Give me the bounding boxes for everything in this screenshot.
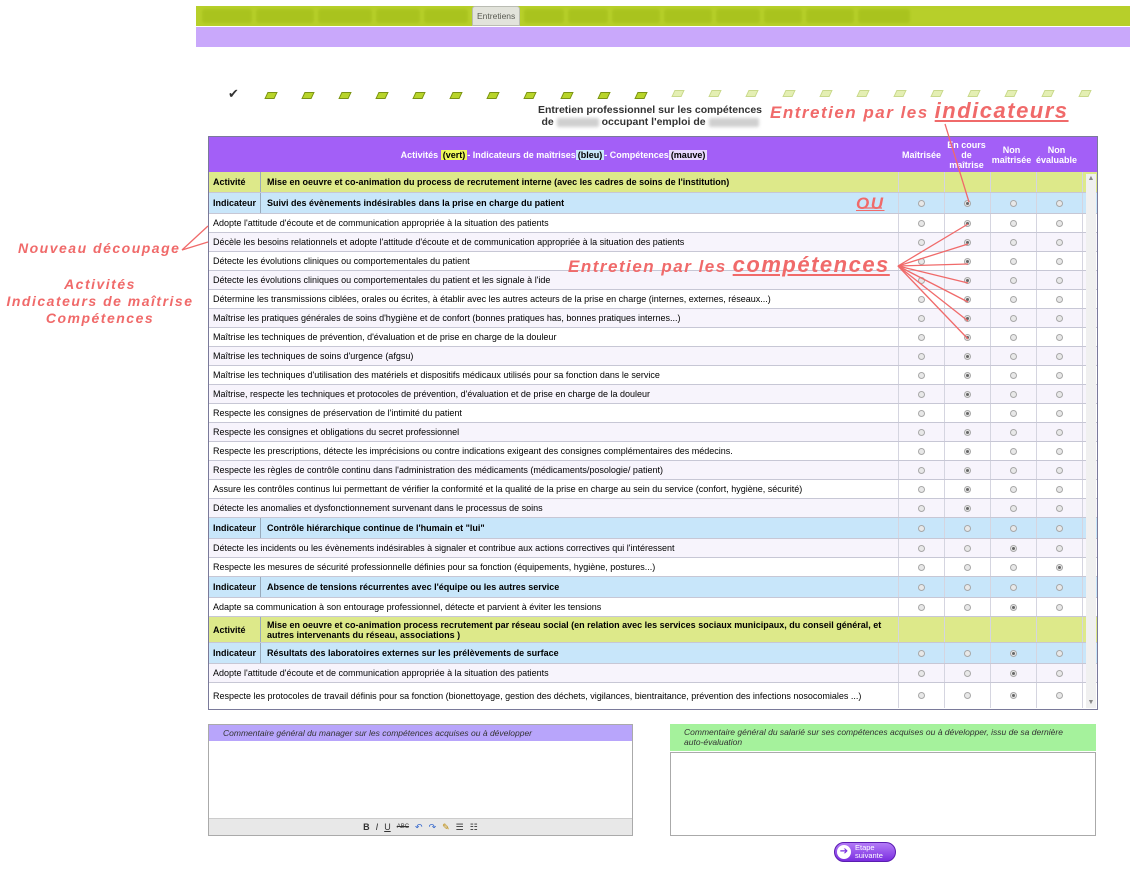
bullet-list-icon[interactable]: ☰ (456, 822, 464, 833)
strike-button[interactable]: ABC (397, 824, 409, 830)
numbered-list-icon[interactable]: ☷ (470, 822, 478, 833)
editor-toolbar: B I U ABC ↶ ↷ ✎ ☰ ☷ (209, 818, 632, 835)
undo-icon[interactable]: ↶ (415, 822, 423, 833)
underline-button[interactable]: U (384, 822, 391, 832)
employee-comment: Commentaire général du salarié sur ses c… (670, 724, 1096, 836)
bold-button[interactable]: B (363, 822, 370, 832)
manager-comment-textarea[interactable] (209, 742, 632, 820)
italic-button[interactable]: I (376, 822, 379, 832)
manager-comment-header: Commentaire général du manager sur les c… (209, 725, 632, 741)
next-step-button[interactable]: ➔ Etape suivante (834, 842, 896, 862)
clean-icon[interactable]: ✎ (442, 822, 450, 833)
arrow-right-icon: ➔ (837, 845, 851, 859)
manager-comment: Commentaire général du manager sur les c… (208, 724, 633, 836)
employee-comment-header: Commentaire général du salarié sur ses c… (670, 724, 1096, 751)
redo-icon[interactable]: ↷ (429, 822, 437, 833)
arrow-indicateurs (944, 123, 970, 203)
employee-comment-textarea[interactable] (670, 752, 1096, 836)
